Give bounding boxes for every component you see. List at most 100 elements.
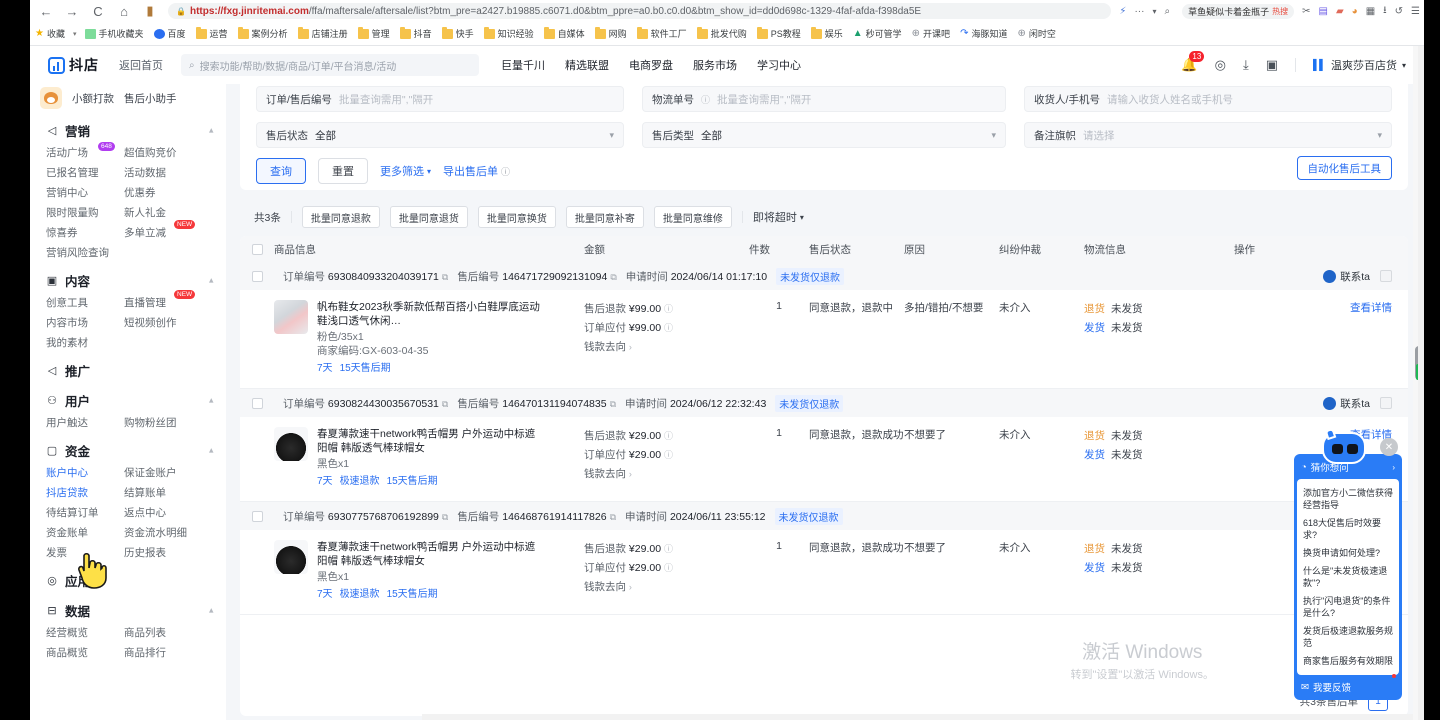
reset-button[interactable]: 重置: [318, 158, 368, 184]
back-to-home-link[interactable]: 返回首页: [119, 57, 163, 73]
info-icon[interactable]: ⓘ: [701, 93, 710, 106]
info-icon[interactable]: ⓘ: [664, 544, 673, 554]
history-icon[interactable]: ↺: [1395, 6, 1403, 17]
chevron-up-icon[interactable]: ▾: [209, 275, 214, 286]
row-checkbox[interactable]: [240, 398, 274, 409]
sidebar-item-newcomer-gift[interactable]: 新人礼金: [124, 202, 202, 222]
money-flow-link[interactable]: 钱款去向: [584, 468, 626, 480]
address-bar[interactable]: 🔒 https://fxg.jinritemai.com/ffa/mafters…: [168, 3, 1111, 19]
row-checkbox[interactable]: [240, 271, 274, 282]
copy-icon[interactable]: ⧉: [442, 512, 448, 522]
info-icon[interactable]: ⓘ: [664, 304, 673, 314]
trending-search-pill[interactable]: 草鱼疑似卡着金瓶子 热搜: [1182, 4, 1294, 19]
bookmark-item[interactable]: 网购: [590, 24, 632, 44]
sidebar-item-product-ranking[interactable]: 商品排行: [124, 642, 202, 662]
bookmark-panel-icon[interactable]: ▤: [1318, 6, 1327, 17]
help-icon[interactable]: ◎: [1215, 57, 1226, 73]
chat-question[interactable]: 执行"闪电退货"的条件是什么?: [1303, 592, 1393, 622]
bookmark-item[interactable]: ⊕开课吧: [907, 24, 955, 44]
sidebar-item-product-list[interactable]: 商品列表: [124, 622, 202, 642]
row-checkbox[interactable]: [240, 511, 274, 522]
chevron-down-icon[interactable]: ▾: [1152, 7, 1156, 16]
sidebar-group-header[interactable]: ◎ 应用: [30, 568, 226, 592]
bookmark-item[interactable]: 店铺注册: [293, 24, 353, 44]
download-icon[interactable]: ⭳: [1383, 3, 1387, 20]
remark-flag-select[interactable]: 备注旗帜 请选择 ▾: [1024, 122, 1392, 148]
chevron-down-icon[interactable]: ▾: [70, 30, 80, 38]
info-icon[interactable]: ⓘ: [664, 323, 673, 333]
sidebar-item-short-video[interactable]: 短视频创作: [124, 312, 202, 332]
bookmark-item[interactable]: 管理: [353, 24, 395, 44]
info-icon[interactable]: ⓘ: [664, 431, 673, 441]
export-button[interactable]: 导出售后单 ⓘ: [443, 163, 510, 179]
sidebar-item-deposit-account[interactable]: 保证金账户: [124, 462, 202, 482]
copy-icon[interactable]: ⧉: [610, 272, 616, 282]
bookmark-item[interactable]: 自媒体: [539, 24, 590, 44]
briefcase-icon[interactable]: ▮: [140, 1, 160, 21]
chat-feedback-button[interactable]: ✉ 我要反馈: [1297, 675, 1399, 697]
money-flow-link[interactable]: 钱款去向: [584, 341, 626, 353]
return-logistics-label[interactable]: 退货: [1084, 303, 1105, 315]
bookmark-item[interactable]: 手机收藏夹: [80, 24, 149, 44]
sidebar-item-my-assets[interactable]: 我的素材: [46, 332, 124, 352]
sidebar-item-account-center[interactable]: 账户中心: [46, 462, 124, 482]
copy-icon[interactable]: ⧉: [442, 272, 448, 282]
remark-flag-icon[interactable]: [1380, 397, 1392, 409]
bookmark-item[interactable]: 快手: [437, 24, 479, 44]
sidebar-item-settlement-bill[interactable]: 结算账单: [124, 482, 202, 502]
notifications-button[interactable]: 🔔 13: [1181, 57, 1197, 73]
sidebar-item-activity-data[interactable]: 活动数据: [124, 162, 202, 182]
sidebar-item-live-management[interactable]: 直播管理NEW: [124, 292, 202, 312]
sidebar-group-header[interactable]: ▢ 资金 ▾: [30, 438, 226, 462]
sidebar-item-pending-settlement[interactable]: 待结算订单: [46, 502, 124, 522]
money-flow-link[interactable]: 钱款去向: [584, 581, 626, 593]
sidebar-item-marketing-center[interactable]: 营销中心: [46, 182, 124, 202]
product-thumbnail[interactable]: [274, 300, 308, 334]
logistics-no-input[interactable]: 物流单号 ⓘ 批量查询需用","隔开: [642, 86, 1006, 112]
apps-grid-icon[interactable]: ▦: [1366, 6, 1375, 17]
sidebar-item-user-reach[interactable]: 用户触达: [46, 412, 124, 432]
chat-bot-avatar-icon[interactable]: [1322, 432, 1366, 464]
return-logistics-label[interactable]: 退货: [1084, 543, 1105, 555]
gamepad-icon[interactable]: ▰: [1336, 6, 1344, 17]
sidebar-item-flash-sale[interactable]: 限时限量购: [46, 202, 124, 222]
product-thumbnail[interactable]: [274, 540, 308, 574]
chevron-up-icon[interactable]: ▾: [209, 445, 214, 456]
bulk-agree-exchange-button[interactable]: 批量同意换货: [478, 206, 556, 228]
sidebar-item-fund-flow-detail[interactable]: 资金流水明细: [124, 522, 202, 542]
menu-icon[interactable]: ☰: [1411, 6, 1420, 17]
bookmark-item[interactable]: PS教程: [752, 24, 806, 44]
fox-avatar-icon[interactable]: ◕: [1352, 6, 1358, 17]
sidebar-item-aftersale-assistant[interactable]: 售后小助手: [124, 91, 177, 106]
chevron-down-icon[interactable]: ▾: [992, 130, 997, 141]
download-center-icon[interactable]: ⤓: [1243, 57, 1249, 73]
bookmark-item[interactable]: 运营: [191, 24, 233, 44]
close-icon[interactable]: ✕: [1380, 438, 1398, 456]
nav-link-market[interactable]: 服务市场: [693, 57, 737, 73]
sidebar-item-small-payment[interactable]: 小额打款: [72, 91, 114, 106]
chat-question[interactable]: 换货申请如何处理?: [1303, 544, 1393, 562]
sidebar-group-header[interactable]: ◁ 推广: [30, 358, 226, 382]
chevron-up-icon[interactable]: ▾: [209, 605, 214, 616]
select-all-checkbox[interactable]: [240, 244, 274, 255]
more-filters-link[interactable]: 更多筛选 ▾: [380, 163, 431, 179]
sidebar-group-header[interactable]: ◁ 营销 ▾: [30, 118, 226, 142]
sidebar-item-rebate-center[interactable]: 返点中心: [124, 502, 202, 522]
scissors-icon[interactable]: ✂: [1302, 6, 1310, 17]
shop-selector[interactable]: ▌▌ 温爽莎百店货 ▾: [1313, 57, 1406, 73]
chevron-right-icon[interactable]: ›: [1392, 463, 1395, 472]
bulk-agree-refund-button[interactable]: 批量同意退款: [302, 206, 380, 228]
sidebar-item-activity-plaza[interactable]: 活动广场648: [46, 142, 124, 162]
receiver-input[interactable]: 收货人/手机号 请输入收货人姓名或手机号: [1024, 86, 1392, 112]
back-button[interactable]: ←: [36, 1, 56, 21]
ship-logistics-label[interactable]: 发货: [1084, 449, 1105, 461]
nav-link-qianchuan[interactable]: 巨量千川: [501, 57, 545, 73]
forward-button[interactable]: →: [62, 1, 82, 21]
bookmark-item[interactable]: 批发代购: [692, 24, 752, 44]
nav-link-compass[interactable]: 电商罗盘: [629, 57, 673, 73]
after-status-select[interactable]: 售后状态 全部 ▾: [256, 122, 624, 148]
sidebar-item-coupon[interactable]: 优惠券: [124, 182, 202, 202]
assistant-row[interactable]: 小额打款 售后小助手: [30, 84, 226, 112]
bulk-agree-return-button[interactable]: 批量同意退货: [390, 206, 468, 228]
horizontal-scrollbar[interactable]: [422, 714, 1424, 720]
